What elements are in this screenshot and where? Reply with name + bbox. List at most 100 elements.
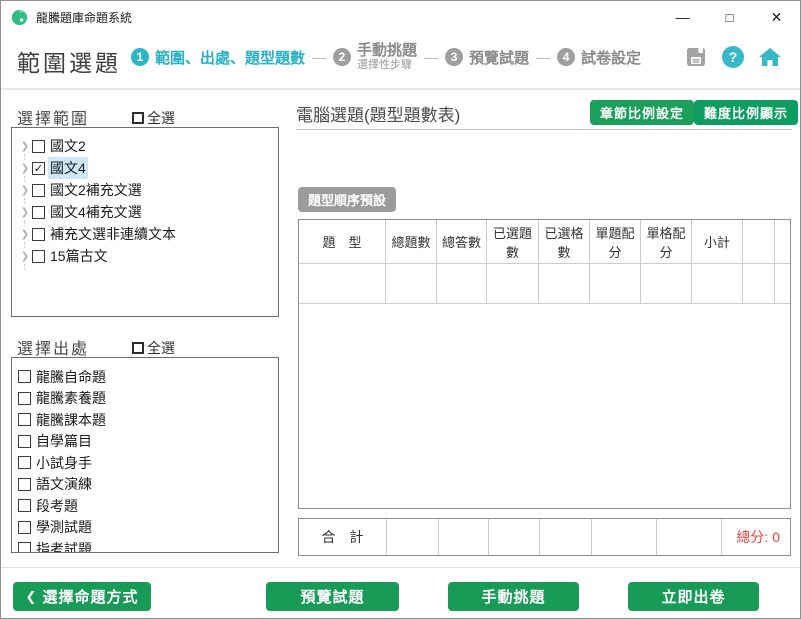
list-item[interactable]: 龍騰素養題 (18, 388, 278, 410)
list-item[interactable]: 龍騰課本題 (18, 409, 278, 431)
page-title: 範圍選題 (17, 44, 121, 78)
tree-item-guowen2[interactable]: ❯ 國文2 (18, 135, 278, 157)
step-dash: — (536, 49, 550, 65)
difficulty-ratio-button[interactable]: 難度比例顯示 (694, 100, 798, 125)
list-item-label[interactable]: 指考試題 (34, 538, 94, 553)
step-3-label[interactable]: 預覽試題 (469, 47, 529, 68)
list-item-label[interactable]: 龍騰素養題 (34, 387, 108, 409)
tree-item-label[interactable]: 15篇古文 (48, 245, 110, 267)
range-select-all-checkbox[interactable] (132, 112, 144, 124)
tree-item-guowen4-supplement[interactable]: ❯ 國文4補充文選 (18, 201, 278, 223)
maximize-icon[interactable]: □ (706, 1, 753, 33)
checkbox-guowen4-supplement[interactable] (32, 206, 45, 219)
list-item-label[interactable]: 學測試題 (34, 516, 94, 538)
checkbox-ast[interactable] (18, 542, 31, 553)
checkbox-language-drill[interactable] (18, 478, 31, 491)
tree-item-guowen2-supplement[interactable]: ❯ 國文2補充文選 (18, 179, 278, 201)
home-icon[interactable] (758, 45, 782, 69)
close-icon[interactable]: ✕ (753, 1, 800, 33)
table-cell (743, 264, 775, 304)
checkbox-guowen4[interactable] (32, 162, 45, 175)
list-item[interactable]: 指考試題 (18, 538, 278, 553)
source-select-all[interactable]: 全選 (132, 338, 175, 358)
chevron-right-icon[interactable]: ❯ (18, 229, 32, 240)
computer-selection-title: 電腦選題(題型題數表) (296, 101, 460, 126)
col-header-points-per-question: 單題配分 (590, 220, 641, 264)
list-item-label[interactable]: 龍騰課本題 (34, 409, 108, 431)
list-item-label[interactable]: 龍騰自命題 (34, 366, 108, 388)
range-select-all-label: 全選 (147, 108, 175, 128)
list-item-label[interactable]: 小試身手 (34, 452, 94, 474)
checkbox-guowen2-supplement[interactable] (32, 184, 45, 197)
list-item[interactable]: 學測試題 (18, 517, 278, 539)
tree-item-noncontinuous-text[interactable]: ❯ 補充文選非連續文本 (18, 223, 278, 245)
table-header-row: 題 型 總題數 總答數 已選題數 已選格數 單題配分 單格配分 小計 (299, 220, 790, 264)
table-cell (386, 264, 437, 304)
list-item[interactable]: 語文演練 (18, 474, 278, 496)
checkbox-midterm[interactable] (18, 499, 31, 512)
checkbox-selfstudy[interactable] (18, 435, 31, 448)
choose-method-button[interactable]: ❮ 選擇命題方式 (13, 582, 151, 611)
total-score: 總分:0 (736, 527, 780, 547)
table-cell (539, 264, 590, 304)
tree-item-15-classics[interactable]: ❯ 15篇古文 (18, 245, 278, 267)
chevron-right-icon[interactable]: ❯ (18, 207, 32, 218)
question-order-preset-button[interactable]: 題型順序預設 (298, 187, 396, 212)
tree-item-label[interactable]: 國文4 (48, 157, 88, 179)
source-list: 龍騰自命題 龍騰素養題 龍騰課本題 自學篇目 小試身手 語文演練 段考題 學測 (12, 358, 278, 553)
step-4-circle: 4 (557, 48, 575, 66)
total-cell (439, 519, 489, 555)
checkbox-15-classics[interactable] (32, 250, 45, 263)
checkbox-quickpractice[interactable] (18, 456, 31, 469)
table-cell (775, 264, 790, 304)
step-4-label[interactable]: 試卷設定 (581, 47, 641, 68)
total-cell (387, 519, 439, 555)
total-cell (657, 519, 722, 555)
list-item[interactable]: 龍騰自命題 (18, 366, 278, 388)
checkbox-guowen2[interactable] (32, 140, 45, 153)
preview-questions-button[interactable]: 預覽試題 (266, 582, 399, 611)
list-item[interactable]: 自學篇目 (18, 431, 278, 453)
tree-item-label[interactable]: 國文2補充文選 (48, 179, 144, 201)
range-select-all[interactable]: 全選 (132, 108, 175, 128)
list-item-label[interactable]: 自學篇目 (34, 430, 94, 452)
chevron-right-icon[interactable]: ❯ (18, 251, 32, 262)
source-select-all-checkbox[interactable] (132, 342, 144, 354)
source-section-title: 選擇出處 (17, 335, 89, 359)
chapter-ratio-button[interactable]: 章節比例設定 (590, 100, 694, 125)
step-dash: — (424, 49, 438, 65)
total-score-cell: 總分:0 (722, 519, 790, 555)
bottom-divider (1, 567, 800, 568)
step-1-label[interactable]: 範圍、出處、題型題數 (155, 47, 305, 68)
chevron-right-icon[interactable]: ❯ (18, 185, 32, 196)
tree-item-label[interactable]: 補充文選非連續文本 (48, 223, 178, 245)
manual-pick-button[interactable]: 手動挑題 (448, 582, 579, 611)
save-icon[interactable] (684, 45, 708, 69)
export-now-button[interactable]: 立即出卷 (628, 582, 759, 611)
col-header-total-answers: 總答數 (437, 220, 487, 264)
total-score-value: 0 (772, 529, 780, 545)
step-2[interactable]: 手動挑題 選擇性步驟 (357, 43, 417, 71)
total-cell (540, 519, 592, 555)
title-divider (296, 129, 792, 130)
list-item[interactable]: 段考題 (18, 495, 278, 517)
tree-item-label[interactable]: 國文4補充文選 (48, 201, 144, 223)
tree-item-label[interactable]: 國文2 (48, 135, 88, 157)
col-header-subtotal: 小計 (692, 220, 743, 264)
list-item-label[interactable]: 段考題 (34, 495, 80, 517)
col-header-points-per-blank: 單格配分 (641, 220, 692, 264)
chevron-right-icon[interactable]: ❯ (18, 141, 32, 152)
list-item[interactable]: 小試身手 (18, 452, 278, 474)
tree-item-guowen4[interactable]: ❯ 國文4 (18, 157, 278, 179)
checkbox-longteng-custom[interactable] (18, 370, 31, 383)
step-dash: — (312, 49, 326, 65)
checkbox-noncontinuous-text[interactable] (32, 228, 45, 241)
help-icon[interactable]: ? (721, 45, 745, 69)
minimize-icon[interactable]: — (659, 1, 706, 33)
chevron-right-icon[interactable]: ❯ (18, 163, 32, 174)
checkbox-longteng-textbook[interactable] (18, 413, 31, 426)
checkbox-gsat[interactable] (18, 521, 31, 534)
checkbox-longteng-literacy[interactable] (18, 392, 31, 405)
window-title: 龍騰題庫命題系統 (36, 9, 132, 26)
list-item-label[interactable]: 語文演練 (34, 473, 94, 495)
